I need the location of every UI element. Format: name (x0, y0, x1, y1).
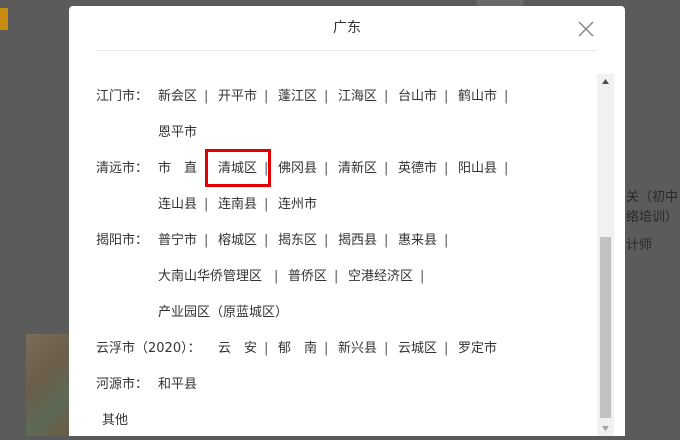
district-link[interactable]: 开平市 (218, 87, 257, 107)
city-name: 河源市： (96, 377, 149, 392)
separator: | (444, 233, 449, 248)
separator: | (324, 341, 329, 356)
separator: | (444, 341, 449, 356)
district-link-selected[interactable]: 清城区 (218, 159, 257, 179)
city-name: 清远市： (96, 161, 149, 176)
district-link[interactable]: 连山县 (158, 195, 197, 215)
district-link[interactable]: 和平县 (158, 375, 197, 395)
district-link[interactable]: 榕城区 (218, 231, 257, 251)
district-link[interactable]: 惠来县 (398, 231, 437, 251)
district-link[interactable]: 普侨区 (288, 267, 327, 287)
separator: | (384, 341, 389, 356)
district-link[interactable]: 罗定市 (458, 339, 497, 359)
background-text: 络培训） (626, 210, 679, 225)
district-link[interactable]: 台山市 (398, 87, 437, 107)
separator: | (264, 161, 269, 176)
separator: | (264, 233, 269, 248)
district-link[interactable]: 云城区 (398, 339, 437, 359)
separator: | (444, 89, 449, 104)
scroll-up-arrow-icon[interactable] (597, 74, 614, 91)
district-link[interactable]: 连州市 (278, 195, 317, 215)
district-link[interactable]: 新兴县 (338, 339, 377, 359)
district-link[interactable]: 清新区 (338, 159, 377, 179)
city-name: 揭阳市： (96, 233, 149, 248)
district-link[interactable]: 蓬江区 (278, 87, 317, 107)
separator: | (384, 89, 389, 104)
separator: | (384, 233, 389, 248)
background-accent-bar (0, 8, 8, 30)
separator: | (204, 89, 209, 104)
district-link[interactable]: 恩平市 (158, 123, 197, 143)
background-map-image (26, 334, 70, 436)
dialog-title: 广东 (333, 20, 361, 36)
district-link[interactable]: 普宁市 (158, 231, 197, 251)
district-link[interactable]: 郁 南 (278, 339, 317, 359)
other-link[interactable]: 其他 (102, 411, 128, 431)
separator: | (204, 197, 209, 212)
background-text: 计师 (626, 238, 653, 253)
scroll-down-arrow-icon[interactable] (597, 419, 614, 436)
district-link[interactable]: 江海区 (338, 87, 377, 107)
city-name: 云浮市（2020）： (96, 341, 201, 356)
district-link[interactable]: 空港经济区 (348, 267, 413, 287)
separator: | (324, 161, 329, 176)
separator: | (264, 197, 269, 212)
city-name: 江门市： (96, 89, 149, 104)
separator: | (334, 269, 339, 284)
district-list: 江门市： 新会区 | 开平市 | 蓬江区 | 江海区 | 台山市 | 鹤山市 |… (69, 51, 599, 436)
district-link[interactable]: 阳山县 (458, 159, 497, 179)
district-link[interactable]: 揭西县 (338, 231, 377, 251)
separator: | (204, 233, 209, 248)
separator: | (274, 269, 279, 284)
province-dialog: 广东 江门市： 新会区 | 开平市 | 蓬江区 | 江海区 | 台山市 | 鹤山… (69, 6, 625, 436)
separator: | (264, 341, 269, 356)
separator: | (264, 89, 269, 104)
district-link[interactable]: 云 安 (218, 339, 257, 359)
district-link[interactable]: 英德市 (398, 159, 437, 179)
district-link[interactable]: 产业园区（原蓝城区） (158, 303, 288, 323)
district-link[interactable]: 新会区 (158, 87, 197, 107)
separator: | (384, 161, 389, 176)
separator: | (324, 233, 329, 248)
district-link[interactable]: 揭东区 (278, 231, 317, 251)
district-link[interactable]: 鹤山市 (458, 87, 497, 107)
district-link[interactable]: 佛冈县 (278, 159, 317, 179)
district-link[interactable]: 市 直 (158, 159, 197, 179)
district-link[interactable]: 连南县 (218, 195, 257, 215)
scrollbar[interactable] (597, 74, 614, 436)
separator: | (444, 161, 449, 176)
close-icon[interactable] (573, 16, 599, 42)
separator: | (504, 161, 509, 176)
scrollbar-thumb[interactable] (600, 237, 611, 418)
district-link[interactable]: 大南山华侨管理区 (158, 267, 262, 287)
separator: | (504, 89, 509, 104)
separator: | (420, 269, 425, 284)
background-text: 关（初中 (626, 190, 679, 205)
separator: | (324, 89, 329, 104)
